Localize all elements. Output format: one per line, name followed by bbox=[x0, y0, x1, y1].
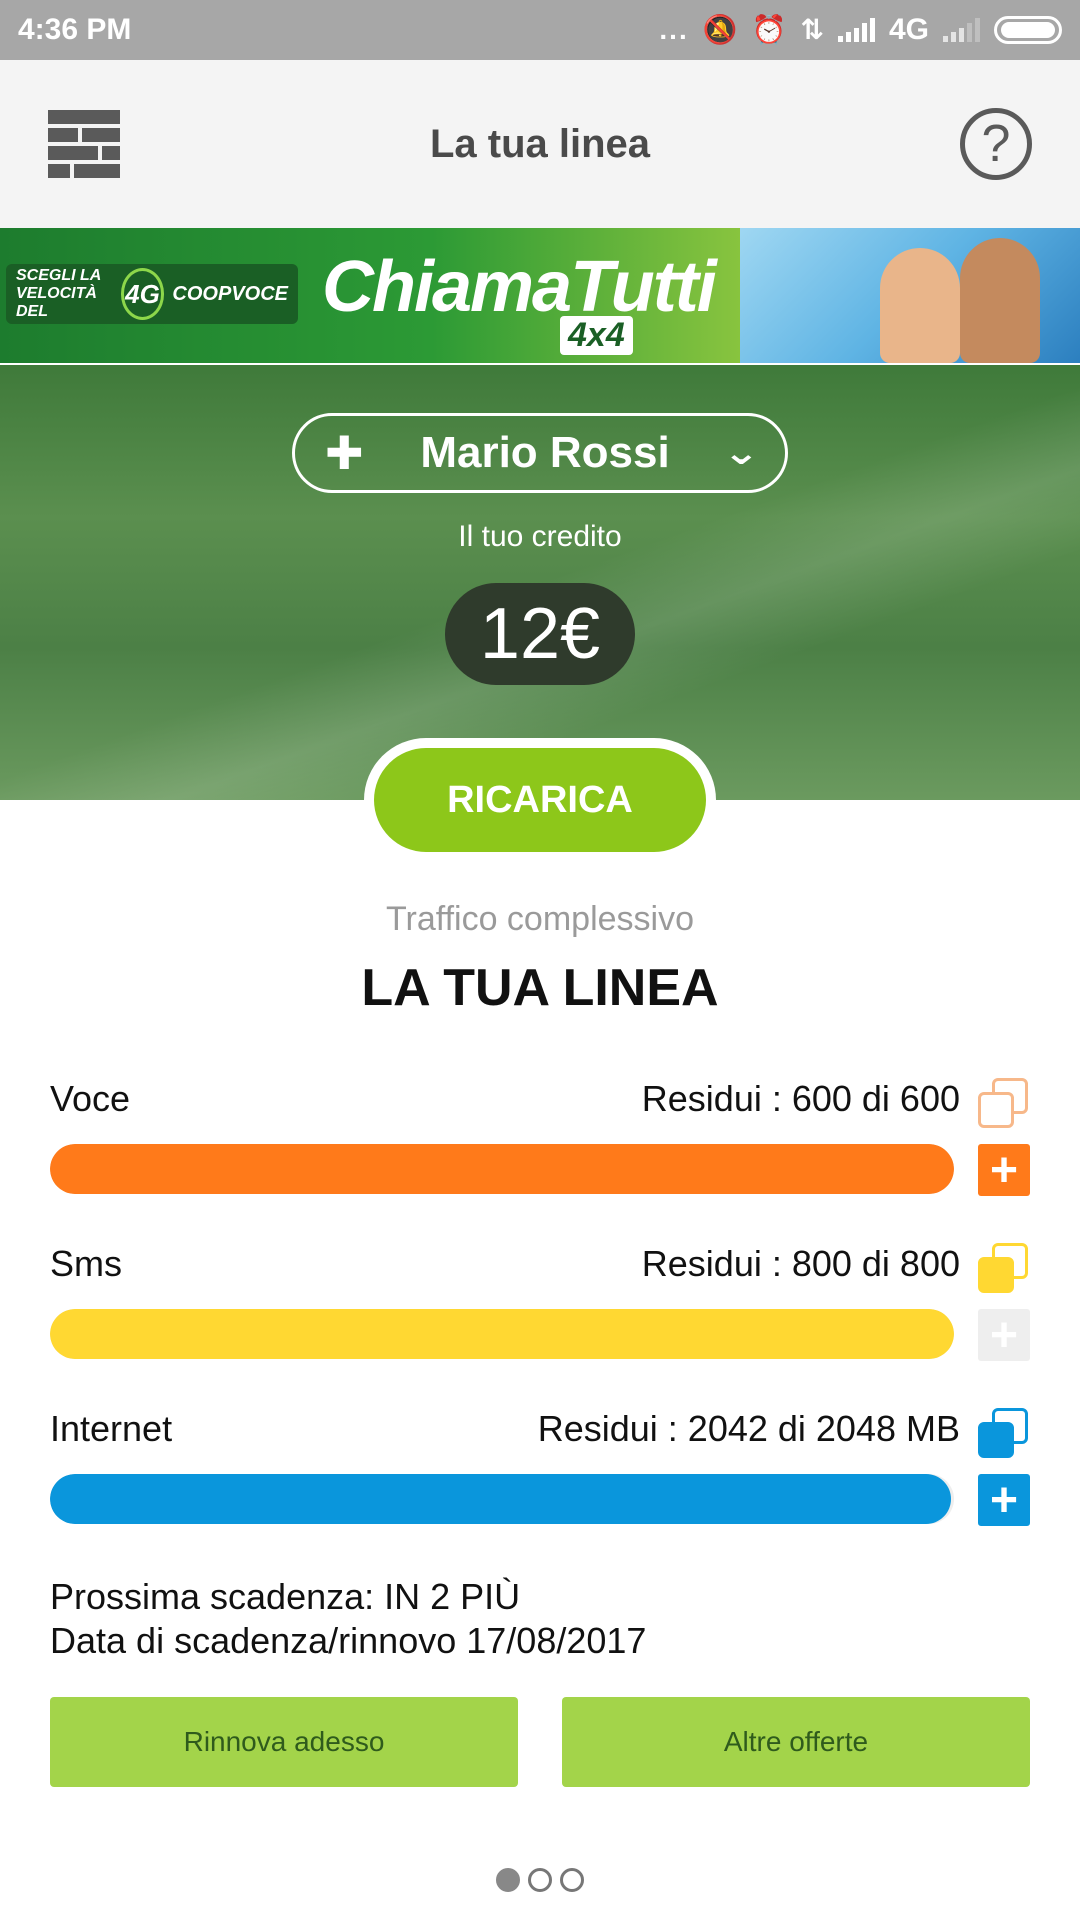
status-icons: ... 🔕 ⏰ ⇅ 4G bbox=[659, 13, 1062, 47]
promo-banner[interactable]: SCEGLI LA VELOCITÀ DEL 4G COOPVOCE Chiam… bbox=[0, 228, 1080, 363]
page-dot[interactable] bbox=[496, 1868, 520, 1892]
banner-text-2: VELOCITÀ DEL bbox=[16, 285, 97, 320]
other-offers-button[interactable]: Altre offerte bbox=[562, 1697, 1030, 1787]
help-icon[interactable]: ? bbox=[960, 108, 1032, 180]
usage-bar-fill bbox=[50, 1309, 954, 1359]
banner-coop-text: COOPVOCE bbox=[172, 282, 288, 305]
banner-4g-badge: 4G bbox=[120, 268, 165, 320]
network-type: 4G bbox=[888, 13, 929, 46]
renew-button[interactable]: Rinnova adesso bbox=[50, 1697, 518, 1787]
signal-icon-2 bbox=[943, 18, 980, 42]
credit-amount: 12€ bbox=[445, 583, 635, 685]
alarm-icon: ⏰ bbox=[751, 14, 787, 45]
page-title: La tua linea bbox=[429, 121, 651, 166]
usage-bar-fill bbox=[50, 1144, 954, 1194]
battery-icon bbox=[994, 16, 1062, 44]
usage-row-internet: Internet Residui : 2042 di 2048 MB + bbox=[50, 1408, 1030, 1548]
banner-text-1: SCEGLI LA bbox=[16, 267, 102, 284]
next-expiry: Prossima scadenza: IN 2 PIÙ bbox=[50, 1576, 521, 1617]
add-bundle-icon[interactable]: + bbox=[978, 1474, 1030, 1527]
account-name: Mario Rossi bbox=[420, 428, 670, 477]
usage-bar bbox=[50, 1309, 954, 1359]
add-bundle-icon[interactable]: + bbox=[978, 1144, 1030, 1197]
more-notifications-icon: ... bbox=[659, 14, 689, 45]
status-time: 4:36 PM bbox=[18, 13, 132, 46]
usage-bar bbox=[50, 1474, 954, 1524]
copy-icon[interactable] bbox=[978, 1078, 1030, 1130]
banner-photo bbox=[740, 228, 1080, 363]
usage-row-voce: Voce Residui : 600 di 600 + bbox=[50, 1078, 1030, 1218]
traffic-subtitle: Traffico complessivo bbox=[386, 900, 694, 938]
bricks-menu-icon[interactable] bbox=[48, 108, 120, 180]
usage-bar bbox=[50, 1144, 954, 1194]
credit-label: Il tuo credito bbox=[458, 520, 622, 553]
usage-label: Internet bbox=[50, 1408, 173, 1449]
usage-remaining: Residui : 600 di 600 bbox=[641, 1078, 960, 1119]
banner-person bbox=[880, 248, 960, 363]
page-indicator bbox=[0, 1868, 1080, 1892]
add-bundle-icon[interactable]: + bbox=[978, 1309, 1030, 1362]
usage-remaining: Residui : 2042 di 2048 MB bbox=[537, 1408, 960, 1449]
usage-remaining: Residui : 800 di 800 bbox=[641, 1243, 960, 1284]
account-selector[interactable]: ✚ Mario Rossi ⌄ bbox=[292, 413, 788, 493]
chevron-down-icon: ⌄ bbox=[722, 434, 760, 472]
banner-person bbox=[960, 238, 1040, 363]
recharge-button[interactable]: RICARICA bbox=[374, 748, 706, 852]
signal-icon bbox=[837, 18, 875, 42]
banner-sub: 4x4 bbox=[560, 316, 633, 355]
banner-speed-badge: SCEGLI LA VELOCITÀ DEL 4G COOPVOCE bbox=[6, 264, 298, 324]
data-arrows-icon: ⇅ bbox=[800, 14, 824, 45]
page-dot[interactable] bbox=[528, 1868, 552, 1892]
help-glyph: ? bbox=[981, 115, 1011, 173]
status-bar: 4:36 PM ... 🔕 ⏰ ⇅ 4G bbox=[0, 0, 1080, 60]
mute-icon: 🔕 bbox=[702, 14, 738, 45]
traffic-title: LA TUA LINEA bbox=[361, 959, 719, 1017]
copy-icon[interactable] bbox=[978, 1243, 1030, 1295]
plus-icon: ✚ bbox=[325, 427, 364, 479]
credit-hero: ✚ Mario Rossi ⌄ Il tuo credito 12€ bbox=[0, 365, 1080, 800]
usage-label: Sms bbox=[50, 1243, 122, 1284]
usage-label: Voce bbox=[50, 1078, 131, 1119]
renewal-date: Data di scadenza/rinnovo 17/08/2017 bbox=[50, 1620, 647, 1661]
usage-row-sms: Sms Residui : 800 di 800 + bbox=[50, 1243, 1030, 1383]
copy-icon[interactable] bbox=[978, 1408, 1030, 1460]
page-dot[interactable] bbox=[560, 1868, 584, 1892]
banner-brand: ChiamaTutti bbox=[322, 247, 717, 327]
usage-bar-fill bbox=[50, 1474, 952, 1524]
expiry-info: Prossima scadenza: IN 2 PIÙ Data di scad… bbox=[50, 1575, 1030, 1663]
app-bar: La tua linea ? bbox=[0, 60, 1080, 228]
